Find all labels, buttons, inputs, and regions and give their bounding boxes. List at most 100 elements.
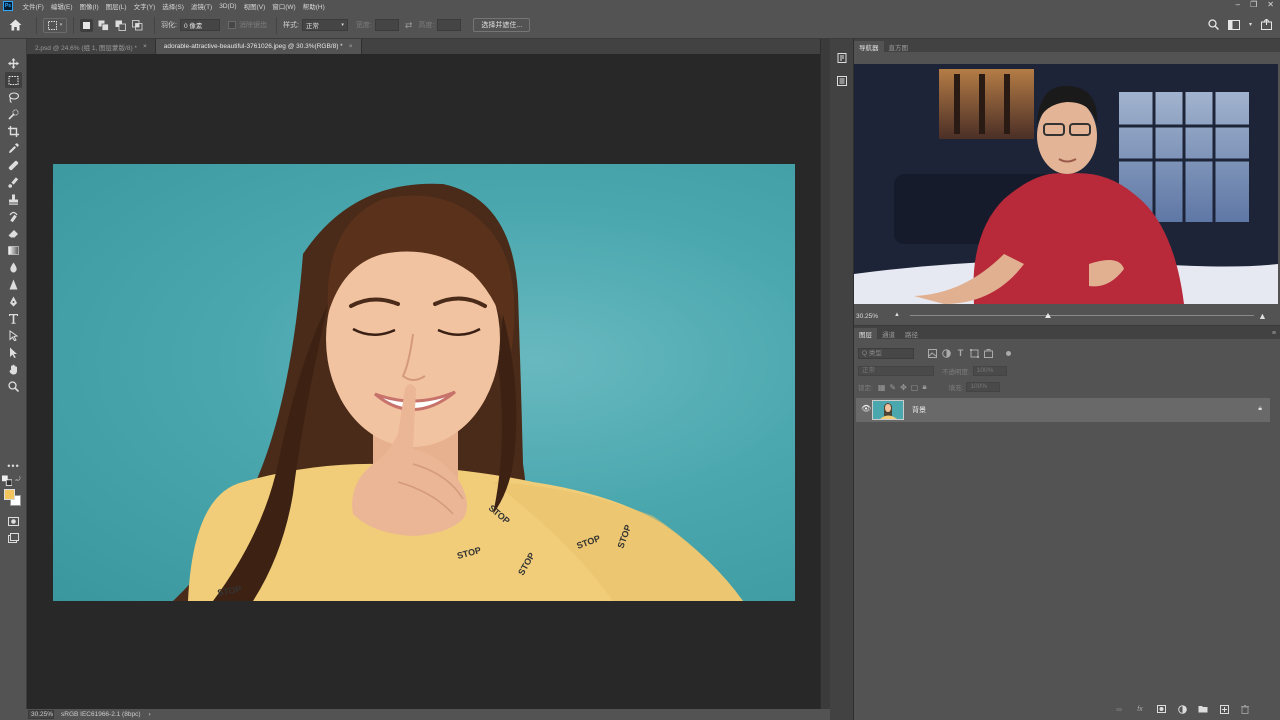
type-filter-icon[interactable]: T — [956, 348, 965, 358]
close-icon[interactable]: ✕ — [1267, 0, 1274, 9]
opacity-input[interactable]: 100% — [972, 365, 1007, 376]
quick-selection-tool[interactable] — [5, 106, 22, 122]
pixel-filter-icon[interactable] — [928, 348, 937, 358]
properties-panel-button[interactable] — [836, 75, 848, 87]
menu-type[interactable]: 文字(Y) — [130, 1, 159, 11]
menu-layer[interactable]: 图层(L) — [102, 1, 130, 11]
menu-3d[interactable]: 3D(D) — [216, 3, 240, 10]
path-selection-tool[interactable] — [5, 327, 22, 343]
style-select[interactable]: 正常 ▾ — [301, 19, 348, 31]
menu-filter[interactable]: 滤镜(T) — [187, 1, 215, 11]
tab-paths[interactable]: 路径 — [900, 328, 923, 339]
link-layers-icon[interactable]: ∞ — [1114, 704, 1124, 714]
menu-image[interactable]: 图像(I) — [76, 1, 102, 11]
height-input[interactable] — [437, 19, 462, 31]
crop-tool[interactable] — [5, 123, 22, 139]
shape-filter-icon[interactable] — [970, 348, 979, 358]
clone-stamp-tool[interactable] — [5, 191, 22, 207]
pen-tool[interactable] — [5, 293, 22, 309]
screen-mode-button[interactable] — [5, 530, 22, 546]
new-layer-icon[interactable] — [1219, 704, 1229, 714]
foreground-color-swatch[interactable] — [4, 489, 15, 500]
adjustment-layer-icon[interactable] — [1177, 704, 1187, 714]
menu-window[interactable]: 窗口(W) — [269, 1, 299, 11]
add-selection-button[interactable] — [97, 19, 110, 32]
tab-layers[interactable]: 图层 — [854, 328, 877, 339]
gradient-tool[interactable] — [5, 242, 22, 258]
home-button[interactable] — [0, 12, 30, 39]
move-tool[interactable] — [5, 55, 22, 71]
swap-icon[interactable]: ⇄ — [405, 20, 413, 31]
menu-view[interactable]: 视图(V) — [240, 1, 269, 11]
tab-channels[interactable]: 通道 — [877, 328, 900, 339]
layer-row-background[interactable]: 👁︎ 背景 🔒︎ — [856, 398, 1270, 422]
dodge-tool[interactable] — [5, 276, 22, 292]
history-brush-tool[interactable] — [5, 208, 22, 224]
tab-2-psd[interactable]: 2.psd @ 24.6% (组 1, 图层蒙版/8) * × — [27, 39, 156, 54]
blend-mode-select[interactable]: 正常 — [858, 365, 934, 376]
more-tools-button[interactable]: ••• — [5, 458, 22, 474]
close-icon[interactable]: × — [349, 43, 353, 50]
tab-adorable-jpeg[interactable]: adorable-attractive-beautiful-3761026.jp… — [155, 39, 362, 54]
history-panel-button[interactable] — [836, 52, 848, 64]
lasso-tool[interactable] — [5, 89, 22, 105]
zoom-slider-track[interactable] — [910, 315, 1254, 316]
tool-preset-picker[interactable]: ▾ — [43, 17, 67, 33]
navigator-preview[interactable] — [854, 64, 1278, 304]
select-and-mask-button[interactable]: 选择并遮住... — [473, 18, 531, 32]
antialias-checkbox[interactable] — [227, 21, 236, 29]
menu-help[interactable]: 帮助(H) — [299, 1, 328, 11]
zoom-slider-thumb[interactable] — [1045, 313, 1051, 318]
hand-tool[interactable] — [5, 361, 22, 377]
filter-toggle-icon[interactable] — [1004, 349, 1013, 358]
type-tool[interactable] — [5, 310, 22, 326]
subtract-selection-button[interactable] — [114, 19, 127, 32]
close-icon[interactable]: × — [143, 43, 147, 50]
lock-position-icon[interactable]: ✥ — [900, 383, 907, 392]
feather-input[interactable]: 0 像素 — [179, 19, 220, 31]
default-colors-button[interactable] — [2, 475, 12, 486]
share-icon[interactable] — [1261, 19, 1272, 30]
workspace-icon[interactable] — [1227, 19, 1240, 30]
zoom-level-field[interactable]: 30.25% — [28, 710, 54, 719]
canvas-area[interactable]: STOP STOP STOP STOP STOP STOP — [27, 54, 820, 709]
eyedropper-tool[interactable] — [5, 140, 22, 156]
layer-style-icon[interactable]: fx — [1135, 704, 1145, 714]
zoom-in-icon[interactable]: ▲ — [1258, 311, 1267, 321]
swap-colors-button[interactable]: ⤾ — [13, 476, 23, 484]
new-group-icon[interactable] — [1198, 704, 1208, 714]
add-mask-icon[interactable] — [1156, 704, 1166, 714]
rectangular-marquee-tool[interactable] — [5, 72, 22, 88]
fill-input[interactable]: 100% — [966, 382, 1001, 392]
zoom-tool[interactable] — [5, 378, 22, 394]
quick-mask-button[interactable] — [5, 513, 22, 529]
minimize-icon[interactable]: – — [1236, 0, 1240, 9]
brush-tool[interactable] — [5, 174, 22, 190]
search-icon[interactable] — [1208, 19, 1219, 30]
layer-kind-filter[interactable]: Q 类型 — [858, 347, 914, 359]
tab-histogram[interactable]: 直方图 — [884, 41, 914, 52]
intersect-selection-button[interactable] — [131, 19, 144, 32]
restore-icon[interactable]: ❐ — [1250, 0, 1257, 9]
lock-all-icon[interactable]: 🔒︎ — [922, 382, 926, 392]
blur-tool[interactable] — [5, 259, 22, 275]
eye-icon[interactable]: 👁︎ — [861, 404, 871, 413]
lock-artboard-icon[interactable]: ▢ — [911, 383, 919, 392]
lock-transparent-icon[interactable]: ▦ — [878, 383, 886, 392]
direct-selection-tool[interactable] — [5, 344, 22, 360]
canvas-vertical-scrollbar[interactable] — [820, 39, 830, 709]
status-menu-chevron[interactable]: › — [148, 711, 150, 718]
menu-edit[interactable]: 编辑(E) — [47, 1, 76, 11]
new-selection-button[interactable] — [80, 18, 93, 32]
healing-brush-tool[interactable] — [5, 157, 22, 173]
delete-layer-icon[interactable] — [1240, 704, 1250, 714]
menu-select[interactable]: 选择(S) — [159, 1, 188, 11]
smart-object-filter-icon[interactable] — [984, 348, 993, 358]
lock-image-icon[interactable]: ✎ — [889, 383, 896, 392]
eraser-tool[interactable] — [5, 225, 22, 241]
zoom-out-icon[interactable]: ▲ — [894, 312, 900, 318]
menu-file[interactable]: 文件(F) — [19, 1, 47, 11]
panel-menu-icon[interactable]: ≡ — [1272, 330, 1276, 337]
width-input[interactable] — [374, 19, 399, 31]
chevron-down-icon[interactable]: ▾ — [1249, 21, 1252, 28]
